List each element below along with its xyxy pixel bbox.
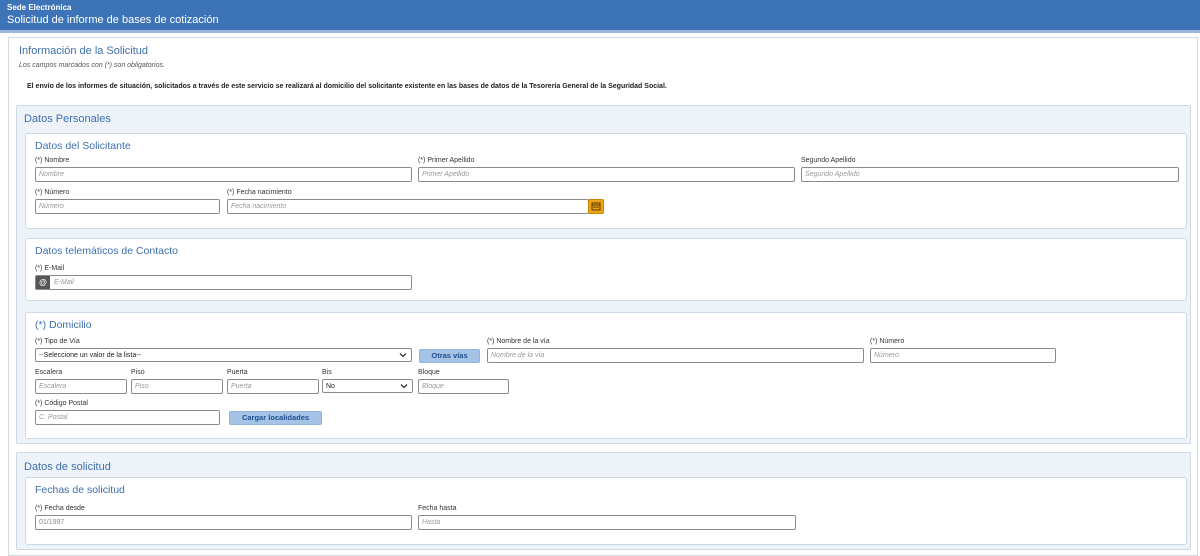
section-title: Datos de solicitud [24,461,111,473]
tipo-via-label: (*) Tipo de Vía [35,338,80,345]
escalera-label: Escalera [35,369,63,376]
site-name: Sede Electrónica [7,3,72,12]
fecha-hasta-input[interactable]: Hasta [418,515,796,530]
puerta-input[interactable]: Puerta [227,379,319,394]
fecha-hasta-label: Fecha hasta [418,505,457,512]
escalera-input[interactable]: Escalera [35,379,127,394]
domicilio-numero-input[interactable]: Número [870,348,1056,363]
placeholder: Primer Apellido [422,171,470,178]
primer-apellido-label: (*) Primer Apellido [418,157,475,164]
card-title: Datos telemáticos de Contacto [35,245,178,257]
placeholder: C. Postal [39,414,68,421]
selected-value: --Seleccione un valor de la lista-- [39,352,141,359]
fecha-desde-label: (*) Fecha desde [35,505,85,512]
selected-value: No [326,383,335,390]
puerta-label: Puerta [227,369,248,376]
cargar-localidades-button[interactable]: Cargar localidades [229,411,322,425]
chevron-down-icon [399,353,407,358]
app-header: Sede Electrónica Solicitud de informe de… [0,0,1200,33]
segundo-apellido-label: Segundo Apellido [801,157,856,164]
form-container: Información de la Solicitud Los campos m… [8,37,1198,556]
personal-data-section: Datos Personales Datos del Solicitante (… [16,105,1191,444]
placeholder: Puerta [231,383,252,390]
fecha-desde-input[interactable]: 01/1997 [35,515,412,530]
applicant-card: Datos del Solicitante (*) Nombre Nombre … [25,133,1187,229]
nombre-via-label: (*) Nombre de la vía [487,338,550,345]
calendar-icon[interactable] [588,199,604,214]
placeholder: Número [39,203,64,210]
fecha-nacimiento-input[interactable]: Fecha nacimiento [227,199,589,214]
request-dates-card: Fechas de solicitud (*) Fecha desde 01/1… [25,477,1187,545]
tipo-via-select[interactable]: --Seleccione un valor de la lista-- [35,348,412,362]
numero-label: (*) Número [35,189,70,196]
email-label: (*) E-Mail [35,265,65,272]
placeholder: Segundo Apellido [805,171,860,178]
placeholder: Hasta [422,519,441,526]
email-input[interactable]: @ E-Mail [35,275,412,290]
info-title: Información de la Solicitud [19,45,149,57]
domicilio-numero-label: (*) Número [870,338,905,345]
codigo-postal-label: (*) Código Postal [35,400,88,407]
piso-input[interactable]: Piso [131,379,223,394]
card-title: (*) Domicilio [35,319,92,331]
placeholder: E-Mail [54,279,74,286]
primer-apellido-input[interactable]: Primer Apellido [418,167,795,182]
nombre-input[interactable]: Nombre [35,167,412,182]
section-title: Datos Personales [24,113,111,125]
otras-vias-button[interactable]: Otras vías [419,349,480,363]
card-title: Fechas de solicitud [35,484,125,496]
segundo-apellido-input[interactable]: Segundo Apellido [801,167,1179,182]
request-data-section: Datos de solicitud Fechas de solicitud (… [16,452,1191,550]
input-value: 01/1997 [39,519,65,526]
placeholder: Nombre de la vía [491,352,545,359]
at-icon: @ [36,276,50,289]
codigo-postal-input[interactable]: C. Postal [35,410,220,425]
chevron-down-icon [400,384,408,389]
nombre-via-input[interactable]: Nombre de la vía [487,348,864,363]
placeholder: Fecha nacimiento [231,203,287,210]
numero-input[interactable]: Número [35,199,220,214]
placeholder: Número [874,352,899,359]
bloque-label: Bloque [418,369,440,376]
card-title: Datos del Solicitante [35,140,131,152]
placeholder: Escalera [39,383,67,390]
bis-label: Bis [322,369,332,376]
contact-card: Datos telemáticos de Contacto (*) E-Mail… [25,238,1187,301]
required-note: Los campos marcados con (*) son obligato… [19,62,165,69]
placeholder: Piso [135,383,149,390]
nombre-label: (*) Nombre [35,157,70,164]
address-card: (*) Domicilio (*) Tipo de Vía --Seleccio… [25,312,1187,439]
piso-label: Piso [131,369,145,376]
placeholder: Bloque [422,383,444,390]
bloque-input[interactable]: Bloque [418,379,509,394]
fecha-nacimiento-label: (*) Fecha nacimiento [227,189,292,196]
notice-text: El envío de los informes de situación, s… [27,83,667,90]
bis-select[interactable]: No [322,379,413,393]
placeholder: Nombre [39,171,64,178]
page-title: Solicitud de informe de bases de cotizac… [7,14,219,26]
